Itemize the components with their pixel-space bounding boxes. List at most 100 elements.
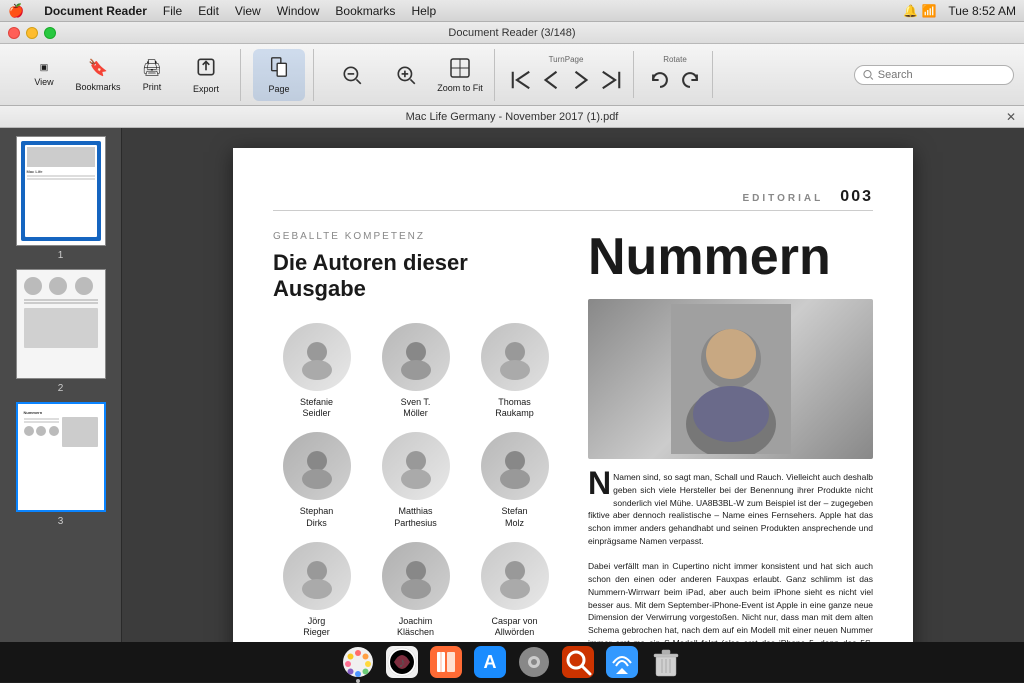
menu-help[interactable]: Help xyxy=(411,4,436,18)
traffic-lights xyxy=(8,27,56,39)
thumbnail-2[interactable]: 2 xyxy=(16,269,106,394)
toolbar-page-group: Page xyxy=(245,49,314,101)
author-5: StefanMolz xyxy=(471,432,558,529)
turnpage-buttons xyxy=(507,66,625,94)
dock-photos[interactable] xyxy=(340,644,376,680)
print-label: Print xyxy=(143,82,162,92)
zoom-out-button[interactable] xyxy=(326,49,378,101)
print-button[interactable]: 🖨 Print xyxy=(126,49,178,101)
dock-appstore[interactable]: A xyxy=(472,644,508,680)
menu-window[interactable]: Window xyxy=(277,4,320,18)
last-page-button[interactable] xyxy=(597,66,625,94)
document-titlebar: Mac Life Germany - November 2017 (1).pdf… xyxy=(0,106,1024,128)
author-name-4: MatthiasParthesius xyxy=(394,506,437,529)
sysprefs-icon xyxy=(518,646,550,678)
menu-bar: 🍎 Document Reader File Edit View Window … xyxy=(0,0,1024,22)
app-titlebar: Document Reader (3/148) xyxy=(0,22,1024,44)
author-avatar-6 xyxy=(283,542,351,610)
author-name-6: JörgRieger xyxy=(303,616,330,639)
page-icon xyxy=(268,56,290,80)
menu-file[interactable]: File xyxy=(163,4,182,18)
author-1: Sven T.Möller xyxy=(372,323,459,420)
main-page-view[interactable]: EDITORIAL 003 GEBALLTE KOMPETENZ Die Aut… xyxy=(122,128,1024,642)
editorial-header: EDITORIAL 003 xyxy=(273,188,873,211)
page-number: 003 xyxy=(840,188,873,205)
turnpage-label: TurnPage xyxy=(549,55,584,64)
right-column: Nummern N Namen sind xyxy=(588,231,873,642)
dock-dot-photos xyxy=(356,679,360,683)
dock-itunes[interactable]: ♪ xyxy=(384,644,420,680)
close-button[interactable] xyxy=(8,27,20,39)
magnifier-icon xyxy=(562,646,594,678)
author-6: JörgRieger xyxy=(273,542,360,639)
author-name-8: Caspar vonAllwörden xyxy=(491,616,537,639)
view-icon: ▣ xyxy=(40,62,49,73)
zoom-in-button[interactable] xyxy=(380,49,432,101)
author-2: ThomasRaukamp xyxy=(471,323,558,420)
view-button[interactable]: ▣ View xyxy=(18,49,70,101)
maximize-button[interactable] xyxy=(44,27,56,39)
article-body: N Namen sind, so sagt man, Schall und Ra… xyxy=(588,471,873,642)
appstore-icon: A xyxy=(474,646,506,678)
document-area: Mac Life 1 xyxy=(0,128,1024,642)
view-label: View xyxy=(34,77,53,87)
rotate-cw-button[interactable] xyxy=(676,66,704,94)
section-label: GEBALLTE KOMPETENZ xyxy=(273,231,558,242)
rotate-ccw-button[interactable] xyxy=(646,66,674,94)
dock-trash[interactable] xyxy=(648,644,684,680)
thumb-num-3: 3 xyxy=(58,516,64,527)
dock-books[interactable] xyxy=(428,644,464,680)
zoom-out-icon xyxy=(341,64,363,86)
airdrop-icon xyxy=(606,646,638,678)
toolbar-view-group: ▣ View 🔖 Bookmarks 🖨 Print Export xyxy=(10,49,241,101)
menu-view[interactable]: View xyxy=(235,4,261,18)
rotate-buttons xyxy=(646,66,704,94)
author-8: Caspar vonAllwörden xyxy=(471,542,558,639)
menubar-icons: 🔔 📶 xyxy=(903,4,936,18)
titlebar-close[interactable]: ✕ xyxy=(1006,110,1016,124)
rotate-ccw-icon xyxy=(649,69,671,91)
next-page-button[interactable] xyxy=(567,66,595,94)
author-avatar-0 xyxy=(283,323,351,391)
itunes-icon: ♪ xyxy=(386,646,418,678)
dock-sysprefs[interactable] xyxy=(516,644,552,680)
clock: Tue 8:52 AM xyxy=(948,4,1016,18)
first-page-button[interactable] xyxy=(507,66,535,94)
menu-edit[interactable]: Edit xyxy=(198,4,219,18)
thumbnail-1[interactable]: Mac Life 1 xyxy=(16,136,106,261)
rotate-label: Rotate xyxy=(663,55,687,64)
dock-airdrop[interactable] xyxy=(604,644,640,680)
search-bar[interactable] xyxy=(854,65,1014,85)
menu-bookmarks[interactable]: Bookmarks xyxy=(335,4,395,18)
author-avatar-5 xyxy=(481,432,549,500)
apple-menu[interactable]: 🍎 xyxy=(8,3,24,19)
authors-heading: Die Autoren dieser Ausgabe xyxy=(273,250,558,303)
search-input[interactable] xyxy=(878,69,1005,81)
left-column: GEBALLTE KOMPETENZ Die Autoren dieser Au… xyxy=(273,231,558,642)
author-avatar-1 xyxy=(382,323,450,391)
bookmarks-button[interactable]: 🔖 Bookmarks xyxy=(72,49,124,101)
app-name-menu[interactable]: Document Reader xyxy=(44,4,147,18)
authors-grid-row1: StefanieSeidler Sven T.Möller xyxy=(273,323,558,420)
zoom-fit-button[interactable]: Zoom to Fit xyxy=(434,49,486,101)
author-name-0: StefanieSeidler xyxy=(300,397,333,420)
author-name-7: JoachimKläschen xyxy=(397,616,434,639)
minimize-button[interactable] xyxy=(26,27,38,39)
export-button[interactable]: Export xyxy=(180,49,232,101)
thumbnail-panel: Mac Life 1 xyxy=(0,128,122,642)
thumbnail-3[interactable]: Nummern xyxy=(16,402,106,527)
toolbar-zoom-group: Zoom to Fit xyxy=(318,49,495,101)
menubar-right: 🔔 📶 Tue 8:52 AM xyxy=(903,4,1016,18)
svg-text:A: A xyxy=(484,652,497,672)
prev-page-button[interactable] xyxy=(537,66,565,94)
page-button[interactable]: Page xyxy=(253,49,305,101)
thumb-num-2: 2 xyxy=(58,383,64,394)
bookmarks-label: Bookmarks xyxy=(75,82,120,92)
dock: ♪ A xyxy=(0,642,1024,682)
dock-magnifier[interactable] xyxy=(560,644,596,680)
authors-grid-row2: StephanDirks MatthiasParthesius xyxy=(273,432,558,529)
author-avatar-2 xyxy=(481,323,549,391)
author-name-3: StephanDirks xyxy=(300,506,334,529)
rotate-cw-icon xyxy=(679,69,701,91)
authors-grid-row3: JörgRieger JoachimKläschen xyxy=(273,542,558,639)
